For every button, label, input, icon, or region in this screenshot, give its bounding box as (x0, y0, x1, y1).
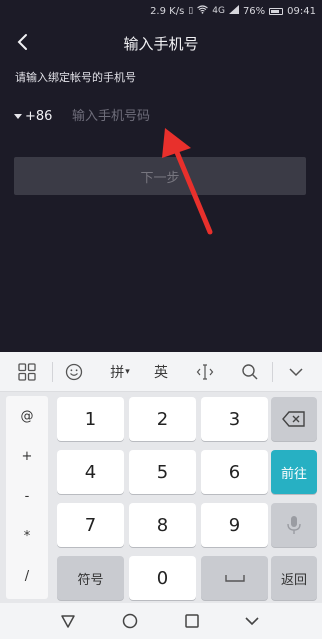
key-5[interactable]: 5 (129, 450, 196, 494)
symbol-key[interactable]: @ (6, 396, 48, 436)
key-3[interactable]: 3 (201, 397, 268, 441)
english-input-mode[interactable]: 英 (149, 360, 173, 384)
go-key[interactable]: 前往 (271, 450, 317, 494)
keyboard-toolbar: 拼 ▾ 英 (0, 352, 322, 392)
key-0[interactable]: 0 (129, 556, 196, 600)
symbols-key[interactable]: 符号 (57, 556, 124, 600)
system-navigation-bar (0, 603, 322, 639)
space-icon (224, 575, 245, 582)
backspace-key[interactable] (271, 397, 317, 441)
symbol-key[interactable]: + (6, 436, 48, 476)
microphone-icon (287, 516, 301, 534)
space-key[interactable] (201, 556, 268, 600)
voice-key[interactable] (271, 503, 317, 547)
cursor-move-icon[interactable] (193, 360, 217, 384)
key-4[interactable]: 4 (57, 450, 124, 494)
key-1[interactable]: 1 (57, 397, 124, 441)
key-9[interactable]: 9 (201, 503, 268, 547)
key-8[interactable]: 8 (129, 503, 196, 547)
symbol-key[interactable]: - (6, 476, 48, 516)
symbol-key[interactable]: * (6, 516, 48, 556)
key-6[interactable]: 6 (201, 450, 268, 494)
red-arrow-annotation (162, 128, 213, 235)
emoji-icon[interactable] (62, 360, 86, 384)
key-7[interactable]: 7 (57, 503, 124, 547)
symbol-column: @ + - * / (6, 396, 48, 599)
backspace-icon (282, 411, 305, 427)
nav-keyboard-hide-icon[interactable] (244, 613, 260, 633)
grid-menu-icon[interactable] (14, 360, 40, 384)
key-2[interactable]: 2 (129, 397, 196, 441)
nav-back-icon[interactable] (60, 613, 76, 633)
nav-recents-icon[interactable] (184, 613, 200, 633)
symbol-key[interactable]: / (6, 556, 48, 596)
collapse-keyboard-icon[interactable] (284, 360, 308, 384)
return-key[interactable]: 返回 (271, 556, 317, 600)
numeric-keyboard: @ + - * / 1 2 3 4 5 6 前往 7 8 9 符号 0 返回 (0, 392, 322, 603)
search-icon[interactable] (238, 360, 262, 384)
nav-home-icon[interactable] (122, 613, 138, 633)
pinyin-input-mode[interactable]: 拼 ▾ (106, 360, 134, 384)
